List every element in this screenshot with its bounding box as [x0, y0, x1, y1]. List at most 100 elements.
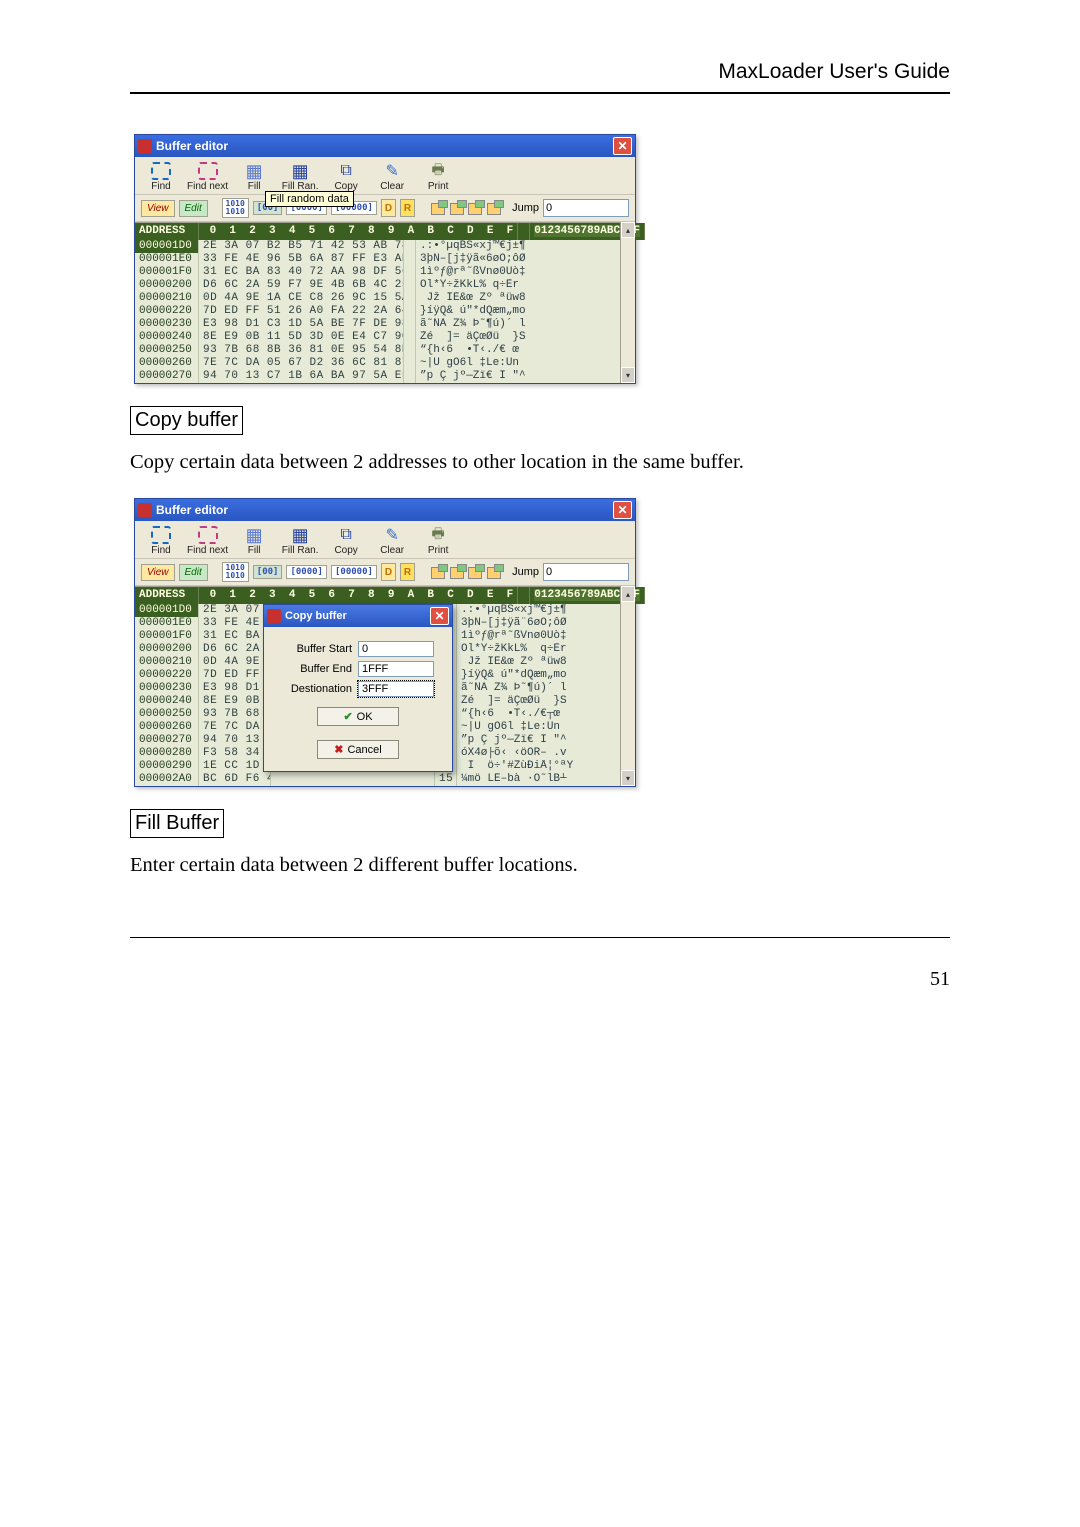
gap-icon-8[interactable]: [430, 563, 444, 581]
main-toolbar: Find Find next Fill Fill Ran. Copy Clear…: [135, 157, 635, 195]
page-number: 51: [130, 968, 950, 991]
hex-row[interactable]: 00000230E3 98 D1 C3 1D 5A BE 7F DE 98 B6…: [135, 318, 621, 331]
find-next-icon: [197, 525, 219, 545]
gap-icon-32[interactable]: [467, 199, 481, 217]
clear-button[interactable]: Clear: [372, 161, 412, 192]
close-button[interactable]: ✕: [613, 501, 632, 519]
hex-row[interactable]: 000002607E 7C DA 05 67 D2 36 6C 81 87 4C…: [135, 357, 621, 370]
buffer-end-input[interactable]: [358, 661, 434, 677]
gap-icon-16[interactable]: [449, 199, 463, 217]
hex-row[interactable]: 000002A0BC 6D F6 4 15¼mö LÉ–bà ·Ó˜lB┴: [135, 773, 621, 786]
hex-row[interactable]: 000001D02E 3A 07 B2 B5 71 42 53 AB 78 6A…: [135, 240, 621, 253]
fill-random-button[interactable]: Fill Ran.: [280, 161, 320, 192]
width-8-button[interactable]: [00]: [253, 565, 283, 579]
gap-icon-32[interactable]: [467, 563, 481, 581]
bits-button[interactable]: 1010 1010: [222, 198, 249, 218]
footer-rule: [130, 937, 950, 938]
jump-input[interactable]: [543, 199, 629, 217]
hex-header: ADDRESS 0 1 2 3 4 5 6 7 8 9 A B C D E F …: [135, 223, 621, 240]
find-button[interactable]: Find: [141, 161, 181, 192]
buffer-editor-window-1: Buffer editor ✕ Find Find next Fill Fill…: [134, 134, 636, 384]
hex-grid[interactable]: ADDRESS 0 1 2 3 4 5 6 7 8 9 A B C D E F …: [135, 222, 621, 383]
hex-row[interactable]: 000002100D 4A 9E 1A CE C8 26 9C 15 5A BA…: [135, 292, 621, 305]
clear-button[interactable]: Clear: [372, 525, 412, 556]
find-next-icon: [197, 161, 219, 181]
gap-icon-64[interactable]: [486, 563, 500, 581]
buffer-start-input[interactable]: [358, 641, 434, 657]
print-icon: [427, 525, 449, 545]
guide-title: MaxLoader User's Guide: [130, 60, 950, 84]
cancel-button[interactable]: ✖Cancel: [317, 740, 399, 759]
hex-row[interactable]: 0000025093 7B 68 8B 36 81 0E 95 54 8B 2E…: [135, 344, 621, 357]
r-button[interactable]: R: [400, 563, 415, 581]
destination-input[interactable]: [358, 681, 434, 697]
section-copy-buffer-text: Copy certain data between 2 addresses to…: [130, 451, 950, 474]
find-next-button[interactable]: Find next: [187, 525, 228, 556]
vertical-scrollbar[interactable]: [620, 586, 635, 786]
copy-icon: [335, 161, 357, 181]
fill-icon: [243, 525, 265, 545]
fill-button[interactable]: Fill: [234, 525, 274, 556]
edit-mode-button[interactable]: Edit: [179, 564, 208, 581]
app-icon: [138, 139, 152, 153]
edit-mode-button[interactable]: Edit: [179, 200, 208, 217]
vertical-scrollbar[interactable]: [620, 222, 635, 383]
addr-header: ADDRESS: [135, 223, 199, 240]
scroll-down-icon[interactable]: [621, 367, 635, 383]
hex-row[interactable]: 000001E033 FE 4E 96 5B 6A 87 FF E3 AB 36…: [135, 253, 621, 266]
fill-button[interactable]: Fill: [234, 161, 274, 192]
clear-icon: [381, 161, 403, 181]
print-button[interactable]: Print: [418, 525, 458, 556]
hex-header: ADDRESS 0 1 2 3 4 5 6 7 8 9 A B C D E F …: [135, 587, 621, 604]
hex-row[interactable]: 000002408E E9 0B 11 5D 3D 0E E4 C7 9C D8…: [135, 331, 621, 344]
r-button[interactable]: R: [400, 199, 415, 217]
gap-icon-64[interactable]: [486, 199, 500, 217]
print-button[interactable]: Print: [418, 161, 458, 192]
hex-row[interactable]: 0000027094 70 13 C7 1B 6A BA 97 5A EF 80…: [135, 370, 621, 383]
width-16-button[interactable]: [0000]: [286, 565, 327, 579]
width-32-button[interactable]: [00000]: [331, 565, 377, 579]
scroll-up-icon[interactable]: [621, 586, 635, 602]
find-button[interactable]: Find: [141, 525, 181, 556]
gap-icon-8[interactable]: [430, 199, 444, 217]
view-mode-button[interactable]: View: [141, 200, 175, 217]
buffer-end-label: Buffer End: [274, 663, 358, 675]
hex-row[interactable]: 00000200D6 6C 2A 59 F7 9E 4B 6B 4C 25 18…: [135, 279, 621, 292]
window-title: Buffer editor: [156, 503, 228, 517]
jump-label: Jump: [512, 202, 539, 214]
app-icon: [267, 609, 281, 623]
d-button[interactable]: D: [381, 563, 396, 581]
find-next-button[interactable]: Find next: [187, 161, 228, 192]
scroll-down-icon[interactable]: [621, 770, 635, 786]
clear-icon: [381, 525, 403, 545]
header-rule: [130, 92, 950, 94]
find-icon: [150, 525, 172, 545]
hex-row[interactable]: 000002207D ED FF 51 26 A0 FA 22 2A 64 51…: [135, 305, 621, 318]
print-icon: [427, 161, 449, 181]
scroll-up-icon[interactable]: [621, 222, 635, 238]
jump-input[interactable]: [543, 563, 629, 581]
d-button[interactable]: D: [381, 199, 396, 217]
gap-icon-16[interactable]: [449, 563, 463, 581]
addr-header: ADDRESS: [135, 587, 199, 604]
fill-random-icon: [289, 161, 311, 181]
copy-button[interactable]: Copy: [326, 161, 366, 192]
jump-label: Jump: [512, 566, 539, 578]
section-fill-buffer-text: Enter certain data between 2 different b…: [130, 854, 950, 877]
close-button[interactable]: ✕: [613, 137, 632, 155]
view-mode-button[interactable]: View: [141, 564, 175, 581]
bits-button[interactable]: 1010 1010: [222, 562, 249, 582]
hex-row[interactable]: 000001F031 EC BA 83 40 72 AA 98 DF 56 6E…: [135, 266, 621, 279]
mode-toolbar: View Edit 1010 1010 [00] [0000] [00000] …: [135, 559, 635, 586]
copy-buffer-dialog: Copy buffer ✕ Buffer Start Buffer End De…: [263, 604, 453, 772]
x-icon: ✖: [334, 743, 343, 756]
window-title: Buffer editor: [156, 139, 228, 153]
fill-random-icon: [289, 525, 311, 545]
ok-button[interactable]: ✔OK: [317, 707, 399, 726]
tooltip-fill-random: Fill random data: [265, 191, 354, 207]
section-fill-buffer-heading: Fill Buffer: [130, 809, 224, 838]
copy-button[interactable]: Copy: [326, 525, 366, 556]
fill-random-button[interactable]: Fill Ran.: [280, 525, 320, 556]
dialog-close-button[interactable]: ✕: [430, 607, 449, 625]
cols-header: 0 1 2 3 4 5 6 7 8 9 A B C D E F: [199, 223, 518, 240]
